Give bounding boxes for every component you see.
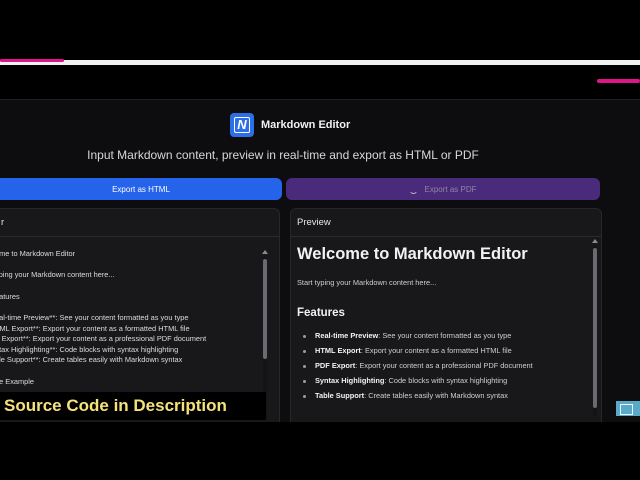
preview-scrollbar[interactable] <box>593 246 597 416</box>
preview-list-item: PDF Export: Export your content as a pro… <box>303 361 533 370</box>
editor-line: ntax Highlighting**: Code blocks with sy… <box>0 345 179 354</box>
preview-item-text: : Create tables easily with Markdown syn… <box>364 391 508 400</box>
watermark-frame <box>620 404 633 415</box>
bullet-icon <box>303 364 306 368</box>
preview-subheading: Features <box>297 307 345 319</box>
editor-scrollbar-thumb[interactable] <box>263 259 267 359</box>
editor-line: eatures <box>0 292 20 301</box>
preview-item-term: Real-time Preview <box>315 331 379 340</box>
progress-stripe-left <box>0 59 64 62</box>
editor-panel-title: r <box>1 217 5 228</box>
preview-item-term: HTML Export <box>315 346 361 355</box>
progress-stripe-right <box>597 79 640 83</box>
preview-list-item: HTML Export: Export your content as a fo… <box>303 346 512 355</box>
preview-item-text: : Export your content as a formatted HTM… <box>360 346 512 355</box>
editor-scroll-up-icon[interactable] <box>262 250 268 254</box>
export-html-button[interactable]: Export as HTML <box>0 178 282 200</box>
preview-list-item: Syntax Highlighting: Code blocks with sy… <box>303 376 507 385</box>
watermark-icon <box>616 401 640 416</box>
bullet-icon <box>303 394 306 398</box>
source-code-banner: Source Code in Description <box>0 392 266 420</box>
editor-line: eal-time Preview**: See your content for… <box>0 313 189 322</box>
loading-spinner-icon <box>409 185 419 194</box>
editor-line: ble Support**: Create tables easily with… <box>0 355 183 364</box>
preview-scroll-up-icon[interactable] <box>592 239 598 243</box>
app-subtitle: Input Markdown content, preview in real-… <box>87 148 479 162</box>
bullet-icon <box>303 334 306 338</box>
bottom-letterbox <box>0 422 640 480</box>
editor-line: TML Export**: Export your content as a f… <box>0 324 190 333</box>
editor-line: de Example <box>0 377 35 386</box>
preview-item-text: : Export your content as a professional … <box>355 361 533 370</box>
preview-list-item: Real-time Preview: See your content form… <box>303 331 511 340</box>
editor-line: F Export**: Export your content as a pro… <box>0 334 207 343</box>
preview-intro: Start typing your Markdown content here.… <box>297 278 437 287</box>
logo-letter: N <box>234 117 250 133</box>
bullet-icon <box>303 349 306 353</box>
app-logo-icon: N <box>230 113 254 137</box>
export-html-label: Export as HTML <box>112 184 170 194</box>
editor-line: ome to Markdown Editor <box>0 249 76 258</box>
preview-panel-title: Preview <box>297 217 331 228</box>
export-pdf-label: Export as PDF <box>424 184 477 194</box>
export-pdf-button[interactable]: Export as PDF <box>286 178 600 200</box>
preview-scrollbar-thumb[interactable] <box>593 248 597 408</box>
preview-panel: Preview Welcome to Markdown Editor Start… <box>290 208 602 440</box>
preview-heading: Welcome to Markdown Editor <box>297 245 528 263</box>
preview-item-term: Table Support <box>315 391 365 400</box>
preview-item-text: : See your content formatted as you type <box>378 331 512 340</box>
app-header: N Markdown Editor <box>230 113 350 137</box>
bullet-icon <box>303 379 306 383</box>
editor-panel-header: r <box>0 209 279 237</box>
preview-item-text: : Code blocks with syntax highlighting <box>384 376 508 385</box>
top-white-bar <box>0 60 640 65</box>
app-title: Markdown Editor <box>261 119 351 131</box>
preview-item-term: PDF Export <box>315 361 356 370</box>
banner-text: Source Code in Description <box>4 396 227 415</box>
editor-line: yping your Markdown content here... <box>0 270 115 279</box>
preview-panel-header: Preview <box>291 209 601 237</box>
preview-list-item: Table Support: Create tables easily with… <box>303 391 508 400</box>
preview-item-term: Syntax Highlighting <box>315 376 385 385</box>
